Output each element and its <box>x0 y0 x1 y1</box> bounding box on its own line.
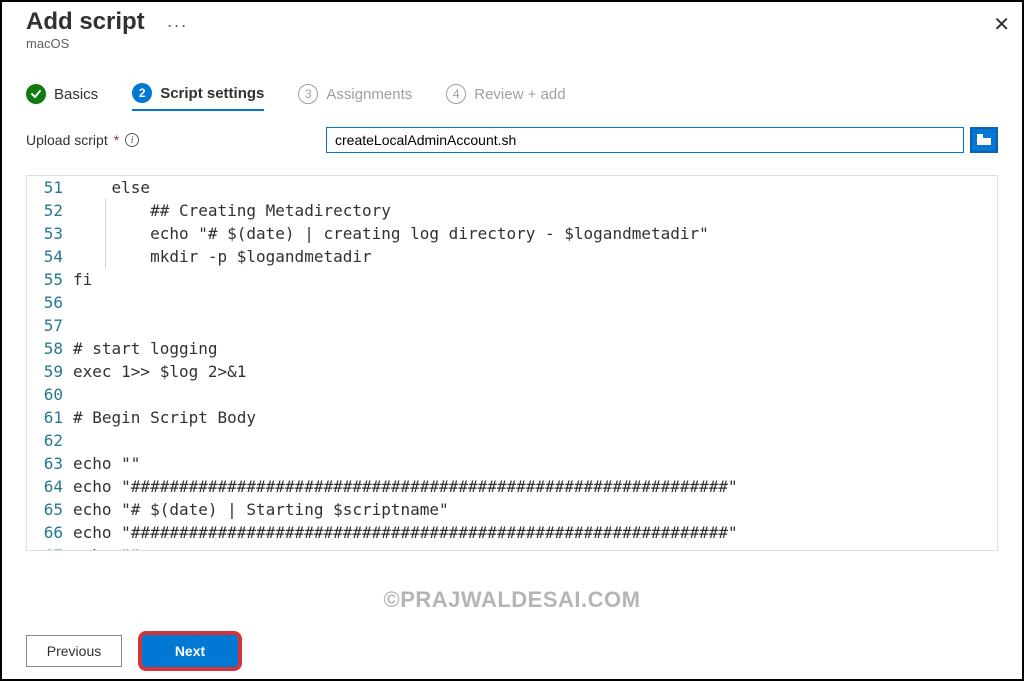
code-line: 58# start logging <box>27 337 997 360</box>
line-number: 54 <box>27 245 73 268</box>
code-line: 51 else <box>27 176 997 199</box>
code-line: 64echo "################################… <box>27 475 997 498</box>
info-icon[interactable]: i <box>125 133 139 147</box>
code-text: mkdir -p $logandmetadir <box>73 245 372 268</box>
code-line: 67echo "" <box>27 544 997 551</box>
folder-icon <box>976 133 992 147</box>
line-number: 57 <box>27 314 73 337</box>
step-assignments[interactable]: 3 Assignments <box>298 84 412 110</box>
upload-script-row: Upload script * i <box>2 119 1022 169</box>
line-number: 56 <box>27 291 73 314</box>
code-text: # Begin Script Body <box>73 406 256 429</box>
line-number: 52 <box>27 199 73 222</box>
code-line: 59exec 1>> $log 2>&1 <box>27 360 997 383</box>
line-number: 61 <box>27 406 73 429</box>
previous-button[interactable]: Previous <box>26 635 122 667</box>
code-text: echo "##################################… <box>73 521 738 544</box>
line-number: 60 <box>27 383 73 406</box>
line-number: 67 <box>27 544 73 551</box>
code-line: 65echo "# $(date) | Starting $scriptname… <box>27 498 997 521</box>
line-number: 64 <box>27 475 73 498</box>
code-line: 66echo "################################… <box>27 521 997 544</box>
browse-file-button[interactable] <box>970 127 998 153</box>
step-number-icon: 4 <box>446 84 466 104</box>
upload-script-input[interactable] <box>326 127 964 153</box>
code-text: echo "# $(date) | Starting $scriptname" <box>73 498 449 521</box>
step-script-settings[interactable]: 2 Script settings <box>132 83 264 111</box>
page-subtitle: macOS <box>26 36 1002 51</box>
code-text: echo "##################################… <box>73 475 738 498</box>
code-line: 53 echo "# $(date) | creating log direct… <box>27 222 997 245</box>
step-number-icon: 3 <box>298 84 318 104</box>
step-basics[interactable]: Basics <box>26 84 98 110</box>
page-title: Add script <box>26 8 145 36</box>
code-line: 62 <box>27 429 997 452</box>
step-label: Script settings <box>160 85 264 102</box>
code-line: 57 <box>27 314 997 337</box>
line-number: 51 <box>27 176 73 199</box>
code-text: echo "" <box>73 544 140 551</box>
upload-script-label: Upload script * i <box>26 132 326 148</box>
line-number: 66 <box>27 521 73 544</box>
required-asterisk: * <box>114 132 119 148</box>
code-line: 63echo "" <box>27 452 997 475</box>
code-text: fi <box>73 268 92 291</box>
code-line: 55fi <box>27 268 997 291</box>
code-text: # start logging <box>73 337 218 360</box>
line-number: 59 <box>27 360 73 383</box>
step-label: Review + add <box>474 86 565 103</box>
code-line: 56 <box>27 291 997 314</box>
code-line: 52 ## Creating Metadirectory <box>27 199 997 222</box>
code-text: ## Creating Metadirectory <box>73 199 391 222</box>
panel-header: Add script ··· macOS ✕ <box>2 2 1022 55</box>
step-review-add[interactable]: 4 Review + add <box>446 84 565 110</box>
code-line: 54 mkdir -p $logandmetadir <box>27 245 997 268</box>
next-button[interactable]: Next <box>142 635 238 667</box>
field-label: Upload script <box>26 132 108 148</box>
line-number: 65 <box>27 498 73 521</box>
check-icon <box>26 84 46 104</box>
line-number: 53 <box>27 222 73 245</box>
step-number-icon: 2 <box>132 83 152 103</box>
line-number: 63 <box>27 452 73 475</box>
wizard-steps: Basics 2 Script settings 3 Assignments 4… <box>2 55 1022 119</box>
code-line: 61# Begin Script Body <box>27 406 997 429</box>
watermark-text: ©PRAJWALDESAI.COM <box>384 587 641 613</box>
line-number: 55 <box>27 268 73 291</box>
code-text: else <box>73 176 150 199</box>
line-number: 62 <box>27 429 73 452</box>
step-label: Basics <box>54 86 98 103</box>
code-text: exec 1>> $log 2>&1 <box>73 360 246 383</box>
code-line: 60 <box>27 383 997 406</box>
wizard-footer: Previous Next <box>26 635 238 667</box>
line-number: 58 <box>27 337 73 360</box>
step-label: Assignments <box>326 86 412 103</box>
code-text: echo "# $(date) | creating log directory… <box>73 222 709 245</box>
more-icon[interactable]: ··· <box>167 15 188 36</box>
code-text: echo "" <box>73 452 140 475</box>
close-icon[interactable]: ✕ <box>993 12 1010 37</box>
script-preview[interactable]: 51 else52 ## Creating Metadirectory53 ec… <box>26 175 998 551</box>
